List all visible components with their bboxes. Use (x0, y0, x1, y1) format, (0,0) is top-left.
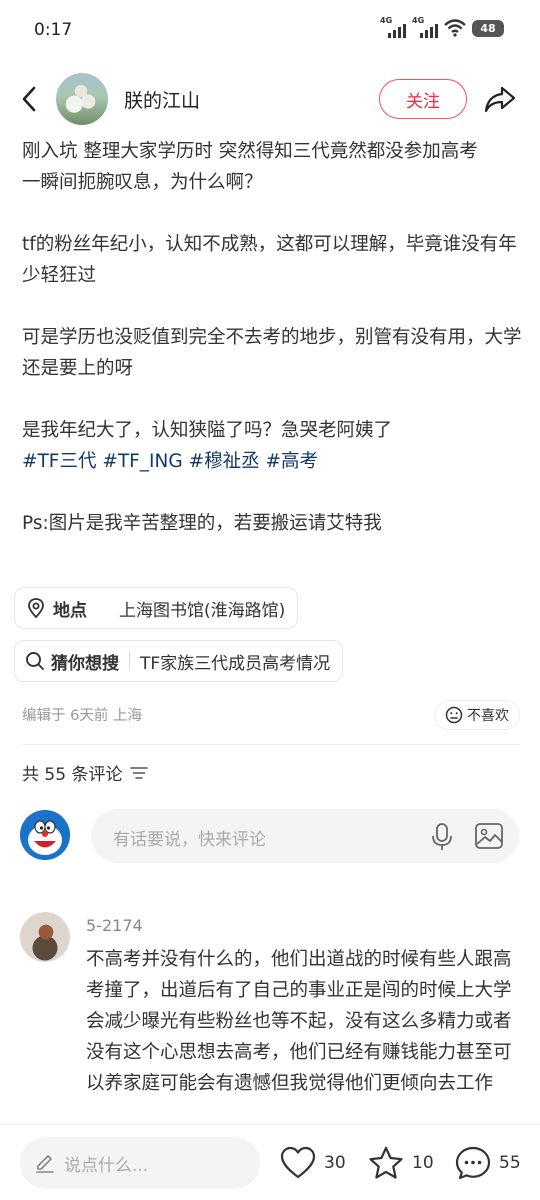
dislike-button[interactable]: 不喜欢 (434, 700, 520, 730)
post-paragraph: 是我年纪大了，认知狭隘了吗？急哭老阿姨了 (22, 420, 393, 441)
wifi-icon (444, 19, 466, 37)
signal-icon: 4G (380, 16, 406, 40)
doraemon-avatar-icon (20, 810, 70, 860)
search-icon (26, 652, 44, 670)
location-value: 上海图书馆(淮海路馆) (119, 600, 286, 621)
comment-bubble-icon (455, 1146, 491, 1180)
post-paragraph: 刚入坑 整理大家学历时 突然得知三代竟然都没参加高考 (22, 141, 478, 162)
like-button[interactable]: 30 (280, 1143, 346, 1183)
heart-icon (280, 1146, 316, 1179)
tag-link[interactable]: #TF三代 (22, 451, 96, 472)
status-bar: 0:17 4G 4G 48 (0, 0, 540, 62)
post-paragraph: tf的粉丝年纪小，认知不成熟，这都可以理解，毕竟谁没有年少轻狂过 (22, 234, 517, 286)
bottom-comment-input[interactable]: 说点什么... (20, 1137, 260, 1189)
guess-search-label: 猜你想搜 (51, 653, 119, 674)
comments-count: 共 55 条评论 (22, 765, 123, 785)
dislike-face-icon (445, 706, 463, 724)
battery-level: 48 (480, 21, 496, 35)
dislike-label: 不喜欢 (467, 708, 509, 724)
comment-button[interactable]: 55 (455, 1143, 521, 1183)
post-tags: #TF三代 #TF_ING #穆祉丞 #高考 (22, 446, 522, 477)
bottom-input-placeholder: 说点什么... (64, 1155, 149, 1176)
sort-icon (130, 766, 149, 779)
author-name[interactable]: 朕的江山 (124, 86, 200, 113)
image-icon[interactable] (474, 822, 504, 850)
guess-search-value: TF家族三代成员高考情况 (140, 653, 331, 674)
post-paragraph: 可是学历也没贬值到完全不去考的地步，别管有没有用，大学还是要上的呀 (22, 327, 522, 379)
commenter-name[interactable]: 5-2174 (86, 916, 143, 935)
tag-link[interactable]: #穆祉丞 (189, 451, 260, 472)
author-avatar[interactable] (56, 73, 108, 125)
location-pin-icon (28, 598, 44, 619)
comment-text: 不高考并没有什么的，他们出道战的时候有些人跟高考撞了，出道后有了自己的事业正是闯… (86, 949, 512, 1094)
tag-link[interactable]: #TF_ING (102, 451, 182, 472)
follow-button[interactable]: 关注 (379, 79, 467, 119)
my-avatar[interactable] (20, 810, 70, 860)
status-icons: 4G 4G 48 (380, 16, 504, 40)
share-icon[interactable] (482, 82, 518, 116)
status-time: 0:17 (34, 20, 73, 40)
comment-count: 55 (499, 1153, 521, 1173)
guess-search-chip[interactable]: 猜你想搜 TF家族三代成员高考情况 (14, 640, 344, 682)
location-chip[interactable]: 地点 上海图书馆(淮海路馆) (14, 587, 299, 629)
tag-link[interactable]: #高考 (265, 451, 318, 472)
star-icon (369, 1146, 403, 1179)
divider (22, 744, 520, 745)
back-arrow-icon[interactable] (16, 82, 44, 116)
bottom-bar: 说点什么... 30 10 55 (0, 1124, 540, 1200)
collect-count: 10 (412, 1153, 434, 1173)
comment-input-placeholder: 有话要说，快来评论 (113, 830, 266, 850)
signal-icon: 4G (412, 16, 438, 40)
comment-input[interactable]: 有话要说，快来评论 (91, 809, 519, 863)
battery-icon: 48 (472, 19, 504, 37)
location-label: 地点 (53, 600, 87, 621)
post-ps: Ps:图片是我辛苦整理的，若要搬运请艾特我 (22, 513, 382, 534)
post-paragraph: 一瞬间扼腕叹息，为什么啊？ (22, 172, 263, 193)
comments-header[interactable]: 共 55 条评论 (22, 760, 149, 785)
post-content: 刚入坑 整理大家学历时 突然得知三代竟然都没参加高考 一瞬间扼腕叹息，为什么啊？… (22, 136, 522, 539)
like-count: 30 (324, 1153, 346, 1173)
commenter-avatar[interactable] (20, 912, 70, 962)
edit-meta: 编辑于 6天前 上海 (22, 708, 142, 724)
pencil-icon (36, 1155, 54, 1173)
collect-button[interactable]: 10 (368, 1143, 434, 1183)
post-header: 朕的江山 关注 (0, 68, 540, 130)
microphone-icon[interactable] (430, 822, 454, 852)
